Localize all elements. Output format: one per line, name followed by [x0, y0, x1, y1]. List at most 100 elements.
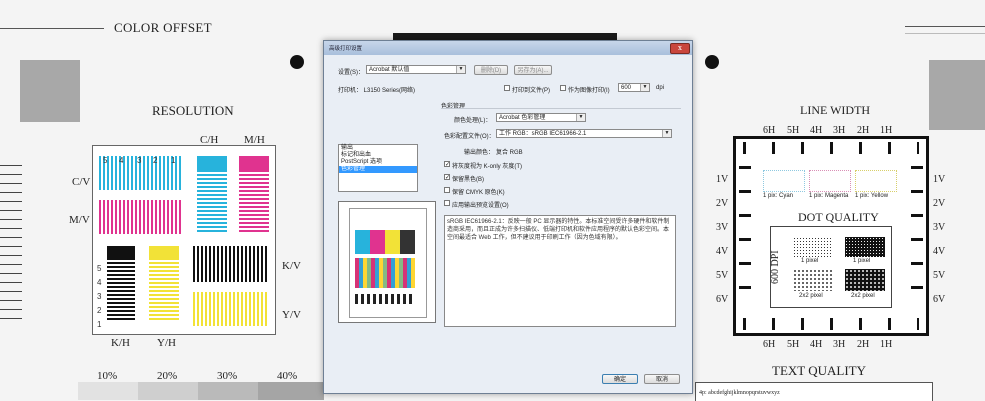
lw-left-steps: [739, 166, 751, 306]
lw-left-1v: 1V: [716, 174, 729, 185]
dot-sample-sparse-2: [793, 269, 833, 291]
settings-select[interactable]: Acrobat 默认值 ▼: [366, 65, 466, 74]
color-handling-select[interactable]: Acrobat 色彩管理 ▼: [496, 113, 586, 122]
yellow-vertical-block: [193, 292, 269, 326]
lw-right-2v: 2V: [933, 198, 946, 209]
lw-right-4v: 4V: [933, 246, 946, 257]
pix-label: 1 pix: Cyan: [763, 193, 794, 199]
pix-yellow-box: [855, 170, 897, 192]
lw-right-3v: 3V: [933, 222, 946, 233]
dot-quality-box: 1 pixel 1 pixel 2x2 pixel 2x2 pixel: [770, 226, 892, 308]
preserve-cmyk-checkbox[interactable]: [444, 187, 450, 193]
yellow-horizontal-block: [149, 262, 179, 320]
res-number: 2: [153, 156, 158, 165]
save-as-button[interactable]: 另存为(A)...: [514, 65, 552, 75]
black-vertical-block: [193, 246, 269, 282]
dialog-title: 高级打印设置: [329, 46, 363, 52]
lw-right-1v: 1V: [933, 174, 946, 185]
color-handling-label: 颜色处理(L)：: [454, 118, 492, 124]
cyan-solid-block: [197, 156, 227, 172]
list-item-color-management[interactable]: 色彩管理: [339, 166, 417, 173]
settings-select-value: Acrobat 默认值: [369, 67, 410, 73]
lw-top-3h: 3H: [833, 125, 846, 136]
gray-marker-left: [20, 60, 80, 122]
resolution-card: 5 4 3 2 1 5 4 3 2 1: [92, 145, 276, 335]
res-number: 3: [137, 156, 142, 165]
label-k-h: K/H: [111, 337, 130, 349]
close-icon: x: [678, 44, 682, 52]
black-solid-block: [107, 246, 135, 260]
apply-output-preview-label: 应用输出预览设置(O): [452, 203, 509, 209]
advanced-print-setup-dialog: 高级打印设置 x 设置(S)： Acrobat 默认值 ▼ 删除(D) 另存为(…: [323, 40, 693, 394]
magenta-solid-block: [239, 156, 269, 172]
color-offset-label: COLOR OFFSET: [114, 20, 212, 35]
top-left-rule: [0, 28, 104, 29]
label-k-v: K/V: [282, 260, 301, 272]
dot-label: 2x2 pixel: [799, 293, 823, 299]
lw-right-5v: 5V: [933, 270, 946, 281]
pix-label: 1 pix: Yellow: [855, 193, 889, 199]
percent-label: 30%: [217, 370, 238, 382]
dpi-select-value: 600: [621, 85, 632, 91]
ok-button[interactable]: 确定: [602, 374, 638, 384]
res-number: 4: [97, 278, 102, 287]
dot-label: 2x2 pixel: [851, 293, 875, 299]
dpi-select[interactable]: 600 ▼: [618, 83, 650, 92]
printer-label: 打印机： L3150 Series(网络): [338, 88, 416, 94]
dot-label: 1 pixel: [801, 258, 819, 264]
print-as-image-checkbox[interactable]: [560, 85, 566, 91]
magenta-vertical-block: [99, 200, 181, 234]
dpi-unit: dpi: [656, 85, 665, 91]
lw-left-6v: 6V: [716, 294, 729, 305]
preserve-black-checkbox[interactable]: ✓: [444, 174, 450, 181]
list-item-marks-bleeds[interactable]: 标记和出血: [339, 152, 417, 159]
lw-top-4h: 4H: [810, 125, 823, 136]
dpi-label: 600 DPI: [770, 250, 781, 284]
lw-left-4v: 4V: [716, 246, 729, 257]
list-item-postscript[interactable]: PostScript 选项: [339, 159, 417, 166]
label-c-v: C/V: [72, 176, 91, 188]
registration-dot-left: [290, 55, 304, 69]
yellow-solid-block: [149, 246, 179, 260]
chevron-down-icon: ▼: [456, 66, 465, 73]
res-number: 5: [97, 264, 102, 273]
lw-top-5h: 5H: [787, 125, 800, 136]
color-profile-value: 工作 RGB：sRGB IEC61966-2.1: [499, 131, 587, 137]
chevron-down-icon: ▼: [640, 84, 649, 91]
cancel-button[interactable]: 取消: [644, 374, 680, 384]
print-to-file-checkbox[interactable]: [504, 85, 510, 91]
settings-category-list[interactable]: 输出 标记和出血 PostScript 选项 色彩管理: [338, 144, 418, 192]
close-button[interactable]: x: [670, 43, 690, 54]
preview-swatches: [355, 230, 415, 254]
print-as-image-label: 作为图像打印(I): [568, 88, 610, 94]
section-divider: [441, 108, 681, 109]
preview-bottom-bar: [355, 294, 415, 304]
label-y-v: Y/V: [282, 309, 301, 321]
percent-label: 10%: [97, 370, 118, 382]
percent-label: 20%: [157, 370, 178, 382]
preview-gradient-bars: [355, 258, 415, 288]
text-quality-label: TEXT QUALITY: [772, 363, 866, 378]
res-number: 1: [97, 320, 102, 329]
res-number: 5: [103, 156, 108, 165]
dot-sample-dense-2: [845, 269, 885, 291]
lw-bottom-1h: 1H: [880, 339, 893, 350]
lw-left-3v: 3V: [716, 222, 729, 233]
gray-as-k-checkbox[interactable]: ✓: [444, 161, 450, 168]
delete-button[interactable]: 删除(D): [474, 65, 508, 75]
lw-bottom-3h: 3H: [833, 339, 846, 350]
dot-sample-dense-1: [845, 237, 885, 257]
line-width-label: LINE WIDTH: [800, 103, 871, 117]
dialog-titlebar[interactable]: 高级打印设置 x: [324, 41, 692, 55]
gray-marker-right: [929, 60, 985, 130]
pix-magenta-box: [809, 170, 851, 192]
lw-left-2v: 2V: [716, 198, 729, 209]
apply-output-preview-checkbox[interactable]: [444, 200, 450, 206]
label-m-v: M/V: [69, 214, 90, 226]
color-profile-select[interactable]: 工作 RGB：sRGB IEC61966-2.1 ▼: [496, 129, 672, 138]
black-horizontal-block: [107, 262, 135, 320]
pix-cyan-box: [763, 170, 805, 192]
lw-left-5v: 5V: [716, 270, 729, 281]
chevron-down-icon: ▼: [662, 130, 671, 137]
list-item-output[interactable]: 输出: [339, 145, 417, 152]
